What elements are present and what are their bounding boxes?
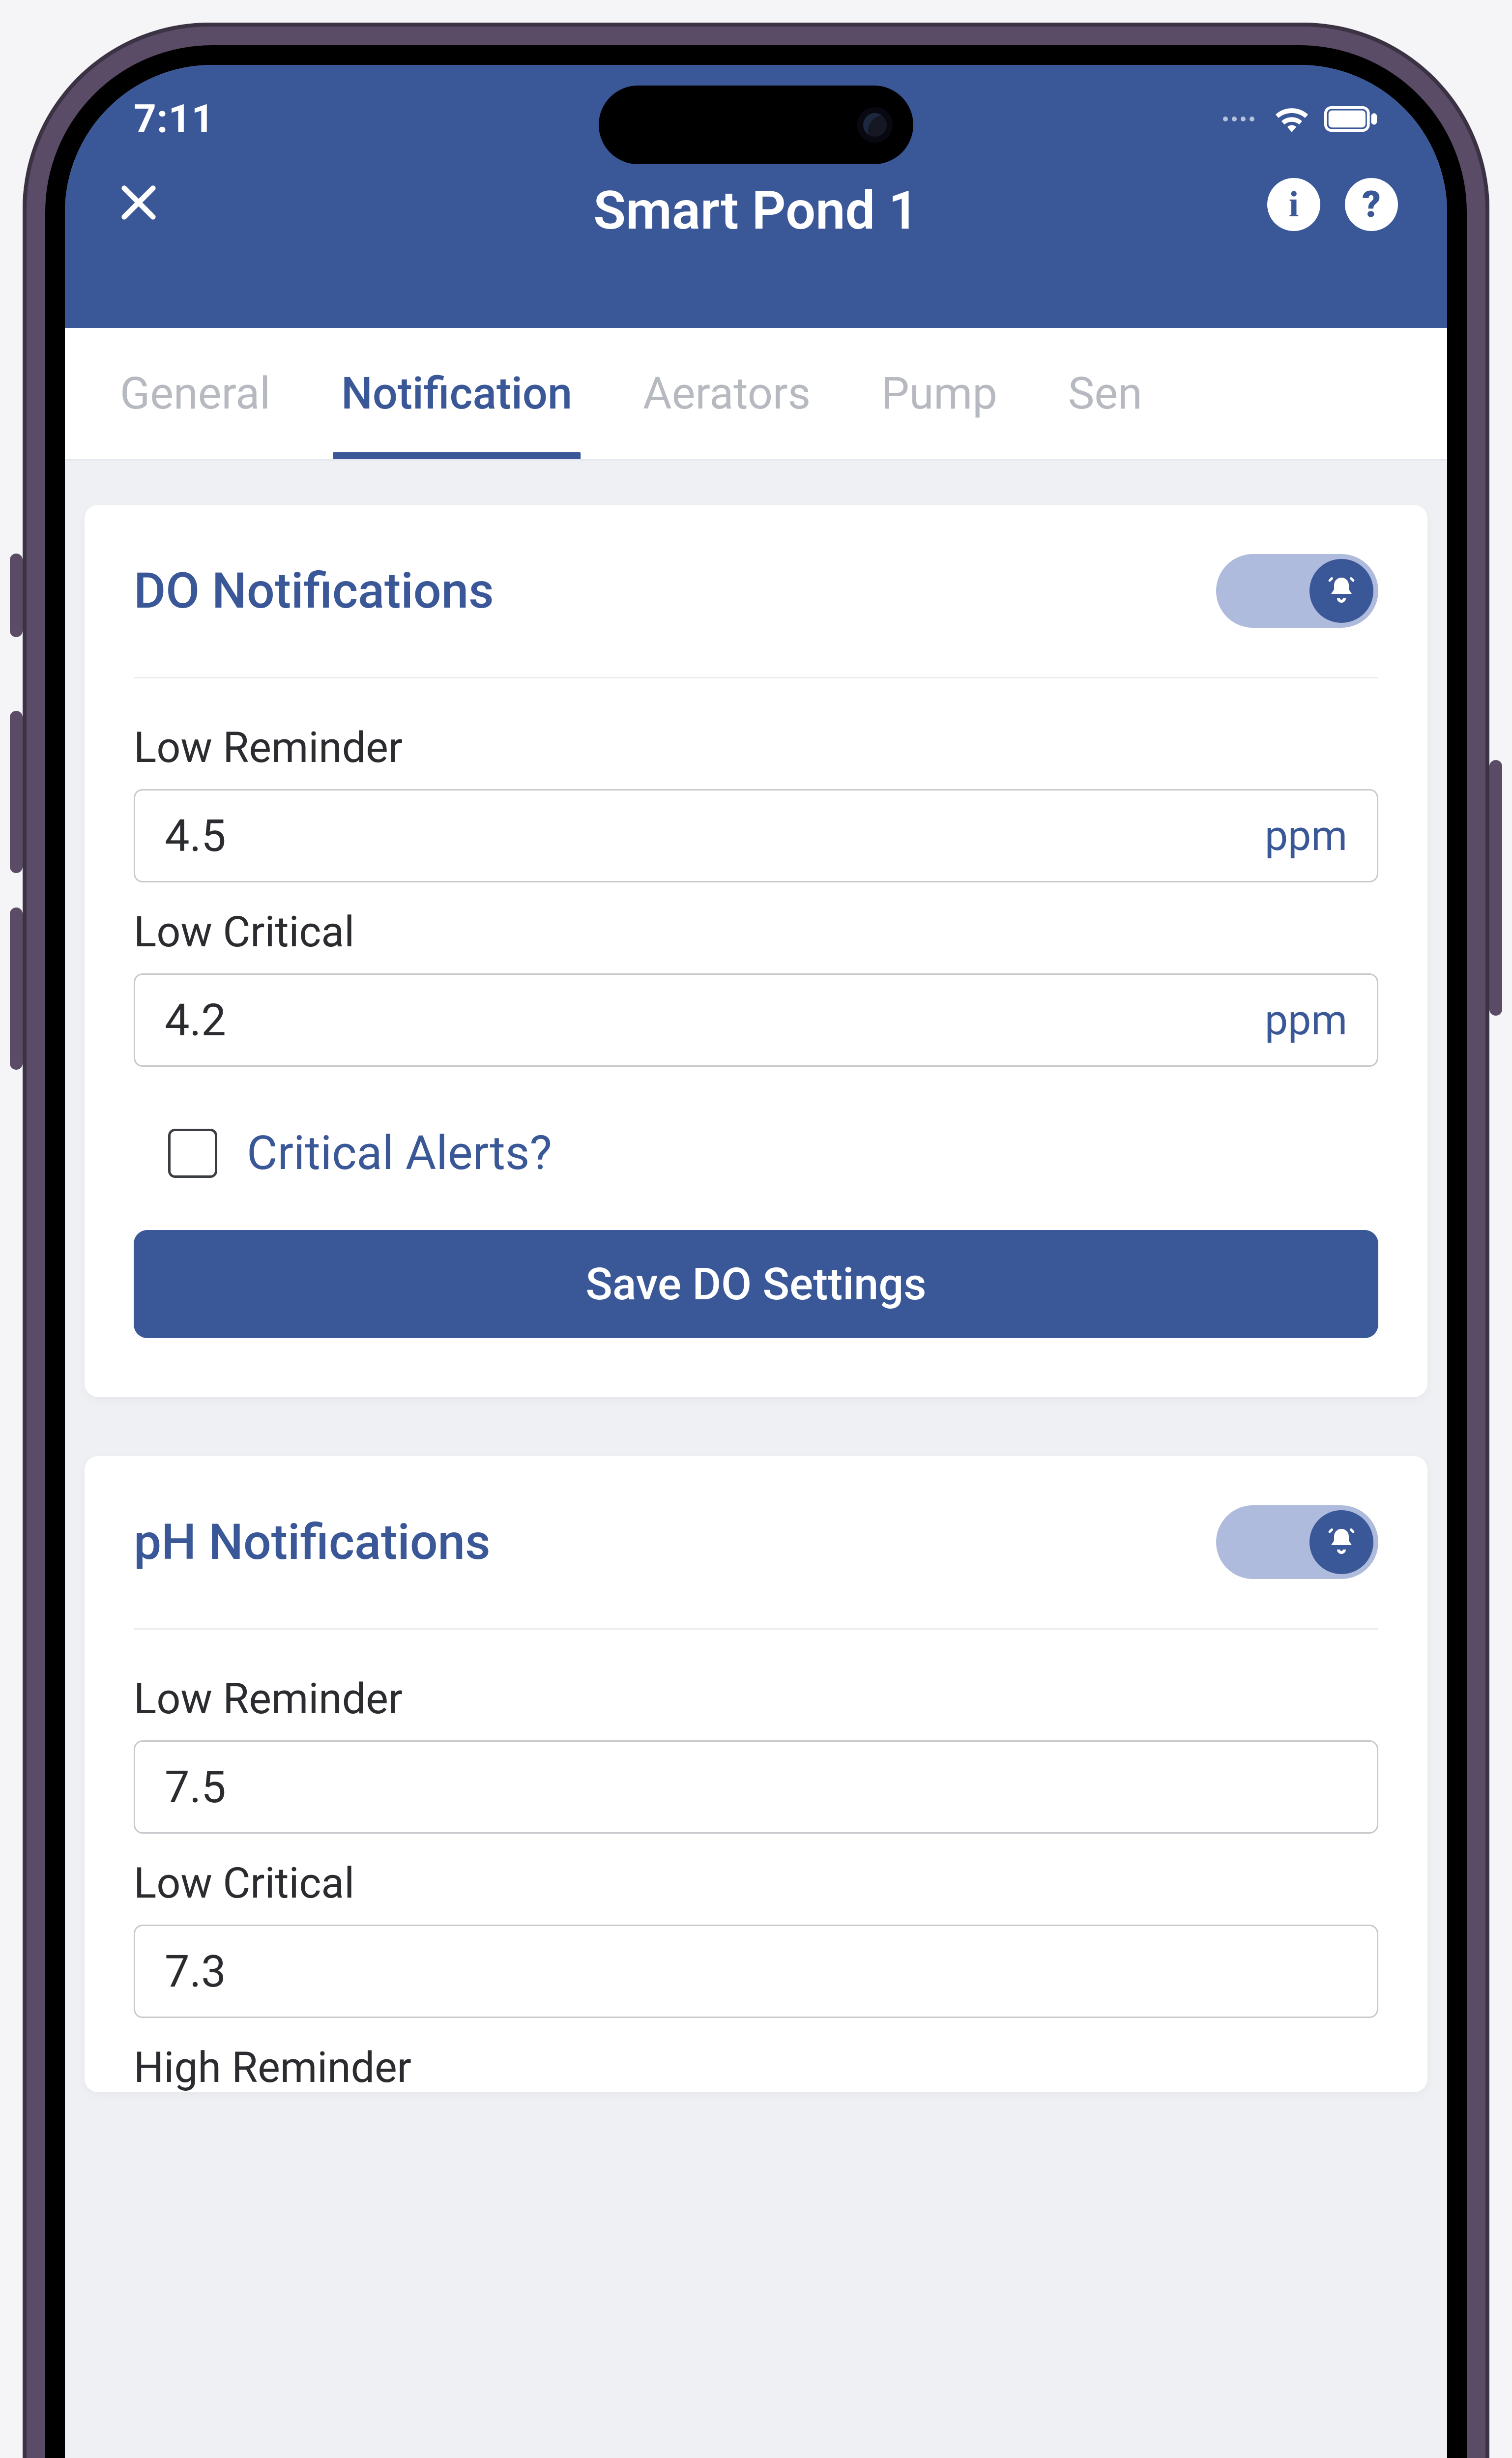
do-low-reminder-value: 4.5 bbox=[165, 810, 226, 862]
info-button[interactable]: i bbox=[1267, 178, 1320, 231]
help-button[interactable]: ? bbox=[1345, 178, 1398, 231]
tab-general[interactable]: General bbox=[85, 328, 306, 459]
content-scroll[interactable]: DO Notifications Low Reminder 4.5 ppm Lo… bbox=[65, 461, 1447, 2458]
battery-icon bbox=[1324, 106, 1378, 132]
critical-alerts-checkbox[interactable] bbox=[168, 1129, 217, 1178]
do-notifications-card: DO Notifications Low Reminder 4.5 ppm Lo… bbox=[85, 505, 1427, 1397]
ph-toggle[interactable] bbox=[1216, 1505, 1378, 1579]
dynamic-island bbox=[599, 86, 913, 164]
do-low-critical-input[interactable]: 4.2 ppm bbox=[134, 973, 1378, 1067]
phone-inner: 7:11 Smart Pond 1 bbox=[45, 45, 1467, 2458]
phone-frame: 7:11 Smart Pond 1 bbox=[23, 23, 1489, 2458]
tab-notification[interactable]: Notification bbox=[306, 328, 608, 459]
ph-high-reminder-label: High Reminder bbox=[134, 2043, 1378, 2092]
ph-low-critical-value: 7.3 bbox=[165, 1946, 226, 1997]
save-do-label: Save DO Settings bbox=[585, 1258, 926, 1310]
do-low-critical-value: 4.2 bbox=[165, 995, 226, 1046]
bell-icon bbox=[1309, 559, 1373, 623]
status-icons bbox=[1223, 106, 1378, 132]
critical-alerts-label: Critical Alerts? bbox=[247, 1126, 552, 1181]
help-icon: ? bbox=[1362, 183, 1381, 226]
side-button-power bbox=[1489, 760, 1502, 1016]
signal-dots-icon bbox=[1223, 117, 1254, 121]
side-button-vol-down bbox=[10, 907, 23, 1070]
ph-low-critical-label: Low Critical bbox=[134, 1858, 1378, 1908]
do-low-reminder-input[interactable]: 4.5 ppm bbox=[134, 789, 1378, 882]
do-low-critical-unit: ppm bbox=[1265, 996, 1347, 1045]
critical-alerts-row[interactable]: Critical Alerts? bbox=[134, 1091, 1378, 1225]
wifi-icon bbox=[1274, 106, 1309, 132]
ph-card-title: pH Notifications bbox=[134, 1514, 491, 1571]
tab-pump[interactable]: Pump bbox=[846, 328, 1033, 459]
ph-low-critical-input[interactable]: 7.3 bbox=[134, 1925, 1378, 2018]
status-time: 7:11 bbox=[134, 96, 214, 142]
page-header: Smart Pond 1 i ? bbox=[65, 173, 1447, 328]
settings-tabs: General Notification Aerators Pump Sen bbox=[65, 328, 1447, 461]
do-toggle[interactable] bbox=[1216, 554, 1378, 628]
do-low-reminder-unit: ppm bbox=[1265, 812, 1347, 860]
front-camera bbox=[857, 107, 893, 143]
bell-icon bbox=[1309, 1510, 1373, 1574]
save-do-button[interactable]: Save DO Settings bbox=[134, 1230, 1378, 1338]
ph-low-reminder-value: 7.5 bbox=[165, 1761, 226, 1813]
ph-low-reminder-label: Low Reminder bbox=[134, 1674, 1378, 1724]
screen: 7:11 Smart Pond 1 bbox=[65, 65, 1447, 2458]
page-title: Smart Pond 1 bbox=[593, 180, 919, 242]
do-low-critical-label: Low Critical bbox=[134, 907, 1378, 957]
tab-aerators[interactable]: Aerators bbox=[608, 328, 846, 459]
close-button[interactable] bbox=[114, 178, 163, 236]
side-button-silence bbox=[10, 554, 23, 637]
do-low-reminder-label: Low Reminder bbox=[134, 723, 1378, 772]
ph-notifications-card: pH Notifications Low Reminder 7.5 Low Cr… bbox=[85, 1456, 1427, 2092]
tab-sensors[interactable]: Sen bbox=[1033, 328, 1178, 459]
do-card-title: DO Notifications bbox=[134, 562, 494, 620]
ph-low-reminder-input[interactable]: 7.5 bbox=[134, 1740, 1378, 1834]
info-icon: i bbox=[1289, 184, 1299, 226]
side-button-vol-up bbox=[10, 711, 23, 873]
